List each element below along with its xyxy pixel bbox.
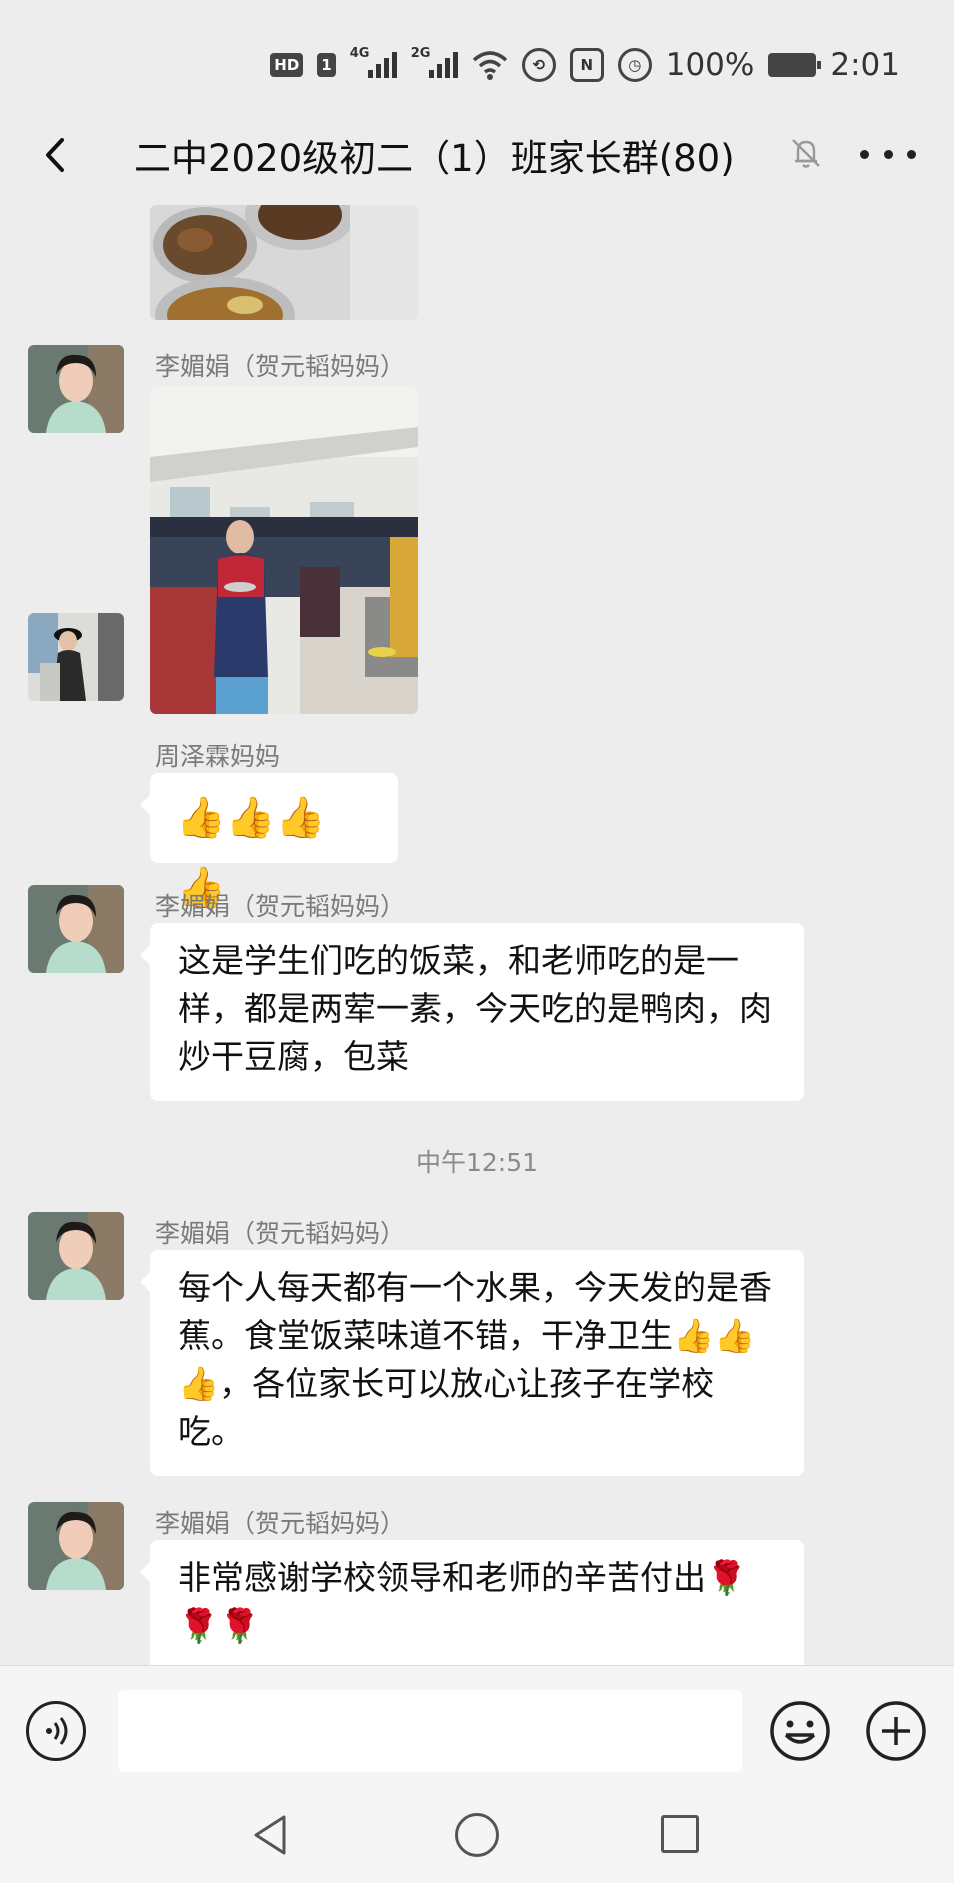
avatar[interactable] xyxy=(28,885,124,973)
plus-icon[interactable] xyxy=(864,1699,928,1763)
sender-name: 李媚娟（贺元韬妈妈） xyxy=(155,892,406,921)
battery-percent: 100% xyxy=(665,47,755,83)
avatar[interactable] xyxy=(28,613,124,701)
hotspot-icon: ⟲ xyxy=(521,48,556,82)
input-bar xyxy=(0,1665,954,1794)
emoji-icon[interactable] xyxy=(768,1699,832,1763)
sender-name: 李媚娟（贺元韬妈妈） xyxy=(155,1219,406,1248)
mute-bell-icon xyxy=(792,139,820,168)
signal-4g-icon: 4G xyxy=(350,46,397,78)
canteen-photo[interactable] xyxy=(150,387,418,714)
message-list[interactable]: 李媚娟（贺元韬妈妈） 周泽霖妈妈 👍👍👍👍 李媚娟（贺元韬妈妈） 这是学生们吃的… xyxy=(0,205,954,1665)
alarm-icon: ◷ xyxy=(617,48,652,82)
message-input[interactable] xyxy=(118,1690,742,1772)
hd-voice-icon: HD xyxy=(270,53,304,77)
chat-header: 二中2020级初二（1）班家长群(80) xyxy=(0,120,954,190)
system-nav-bar xyxy=(0,1793,954,1883)
more-dots-icon[interactable] xyxy=(860,134,916,174)
back-arrow-icon[interactable] xyxy=(32,130,82,180)
nfc-icon: N xyxy=(569,48,604,82)
signal-2g-icon: 2G xyxy=(411,46,458,78)
clock: 2:01 xyxy=(830,47,900,83)
food-tray-photo[interactable] xyxy=(150,205,418,320)
sender-name: 周泽霖妈妈 xyxy=(155,742,281,771)
message-bubble[interactable]: 这是学生们吃的饭菜，和老师吃的是一样，都是两荤一素，今天吃的是鸭肉，肉炒干豆腐，… xyxy=(140,923,804,1101)
nav-recent-apps-icon[interactable] xyxy=(661,1815,699,1853)
nav-home-icon[interactable] xyxy=(455,1813,499,1857)
wifi-icon xyxy=(472,51,507,80)
nav-back-icon[interactable] xyxy=(250,1813,290,1857)
sim-indicator: 1 xyxy=(317,53,336,77)
voice-icon[interactable] xyxy=(26,1701,86,1761)
message-bubble[interactable]: 👍👍👍👍 xyxy=(140,773,398,911)
sender-name: 李媚娟（贺元韬妈妈） xyxy=(155,352,406,381)
battery-icon xyxy=(768,53,822,77)
message-bubble[interactable]: 非常感谢学校领导和老师的辛苦付出🌹🌹🌹 xyxy=(140,1540,804,1665)
avatar[interactable] xyxy=(28,1212,124,1300)
avatar[interactable] xyxy=(28,1502,124,1590)
avatar[interactable] xyxy=(28,345,124,433)
message-bubble[interactable]: 每个人每天都有一个水果，今天发的是香蕉。食堂饭菜味道不错，干净卫生👍👍👍，各位家… xyxy=(140,1250,804,1476)
time-separator: 中午12:51 xyxy=(415,1148,539,1177)
sender-name: 李媚娟（贺元韬妈妈） xyxy=(155,1509,406,1538)
chat-title: 二中2020级初二（1）班家长群(80) xyxy=(134,137,735,180)
status-bar: HD 1 4G 2G ⟲ N ◷ 100% 2:01 xyxy=(0,0,954,128)
